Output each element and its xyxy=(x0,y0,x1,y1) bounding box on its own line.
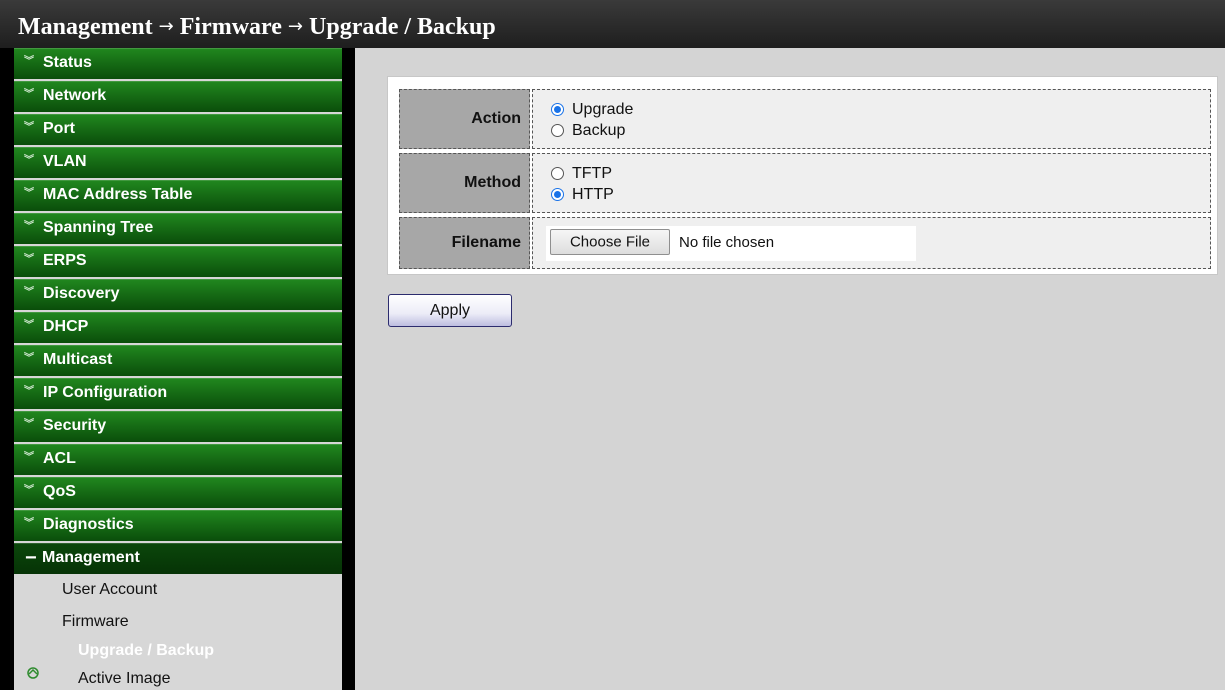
method-row: Method TFTP HTTP xyxy=(399,153,1211,213)
filename-label: Filename xyxy=(399,217,530,269)
double-chevron-down-icon: ︾ xyxy=(24,221,34,232)
breadcrumb-firmware: Firmware xyxy=(179,14,282,40)
sidebar-item-spanning-tree[interactable]: ︾ Spanning Tree xyxy=(14,213,342,244)
filename-row: Filename Choose File No file chosen xyxy=(399,217,1211,269)
sidebar-subitem-active-image[interactable]: Active Image xyxy=(78,670,170,688)
double-chevron-down-icon: ︾ xyxy=(24,419,34,430)
choose-file-button[interactable]: Choose File xyxy=(550,229,670,255)
sidebar-item-port[interactable]: ︾ Port xyxy=(14,114,342,145)
sidebar-item-label: MAC Address Table xyxy=(43,186,193,203)
radio-unselected-icon[interactable] xyxy=(551,124,564,137)
sidebar-item-network[interactable]: ︾ Network xyxy=(14,81,342,112)
sidebar-item-qos[interactable]: ︾ QoS xyxy=(14,477,342,508)
collapse-icon: − xyxy=(25,547,37,569)
sidebar-item-label: Diagnostics xyxy=(43,516,134,533)
radio-selected-icon[interactable] xyxy=(551,103,564,116)
double-chevron-down-icon: ︾ xyxy=(24,56,34,67)
double-chevron-down-icon: ︾ xyxy=(24,254,34,265)
breadcrumb-arrow-icon: → xyxy=(158,16,174,37)
sidebar-item-label: VLAN xyxy=(43,153,87,170)
sidebar-subitem-user-account[interactable]: User Account xyxy=(62,581,157,599)
file-input[interactable]: Choose File No file chosen xyxy=(546,226,916,261)
double-chevron-down-icon: ︾ xyxy=(24,89,34,100)
radio-label: TFTP xyxy=(572,165,612,182)
double-chevron-down-icon: ︾ xyxy=(24,155,34,166)
sidebar-item-diagnostics[interactable]: ︾ Diagnostics xyxy=(14,510,342,541)
action-label: Action xyxy=(399,89,530,149)
action-options: Upgrade Backup xyxy=(532,89,1211,149)
breadcrumb-arrow-icon: → xyxy=(287,16,304,37)
sidebar-item-ip-configuration[interactable]: ︾ IP Configuration xyxy=(14,378,342,409)
sidebar-item-acl[interactable]: ︾ ACL xyxy=(14,444,342,475)
sidebar-subitem-firmware[interactable]: Firmware xyxy=(62,613,129,631)
double-chevron-down-icon: ︾ xyxy=(24,188,34,199)
radio-label: Backup xyxy=(572,122,626,139)
title-bar: Management → Firmware → Upgrade / Backup xyxy=(0,0,1225,48)
sidebar-item-label: Management xyxy=(42,549,140,566)
radio-unselected-icon[interactable] xyxy=(551,167,564,180)
radio-label: HTTP xyxy=(572,186,614,203)
filename-field: Choose File No file chosen xyxy=(532,217,1211,269)
breadcrumb-management: Management xyxy=(18,14,153,40)
sidebar-item-status[interactable]: ︾ Status xyxy=(14,48,342,79)
sidebar-item-label: Spanning Tree xyxy=(43,219,154,236)
double-chevron-down-icon: ︾ xyxy=(24,386,34,397)
sidebar-item-label: Port xyxy=(43,120,75,137)
sidebar-item-label: Network xyxy=(43,87,107,104)
sidebar-item-security[interactable]: ︾ Security xyxy=(14,411,342,442)
sidebar-item-vlan[interactable]: ︾ VLAN xyxy=(14,147,342,178)
sidebar-item-label: Security xyxy=(43,417,107,434)
sidebar-subitem-upgrade-backup[interactable]: Upgrade / Backup xyxy=(78,642,214,660)
sidebar-item-label: IP Configuration xyxy=(43,384,168,401)
main-content: Action Upgrade Backup Method TFTP HTTP F… xyxy=(355,48,1225,690)
sidebar: ︾ Status ︾ Network ︾ Port ︾ VLAN ︾ MAC Addres… xyxy=(0,48,355,690)
double-chevron-down-icon: ︾ xyxy=(24,320,34,331)
sidebar-item-discovery[interactable]: ︾ Discovery xyxy=(14,279,342,310)
tree-node-icon xyxy=(27,667,39,679)
sidebar-item-label: Status xyxy=(43,54,92,71)
file-status: No file chosen xyxy=(679,234,775,251)
radio-label: Upgrade xyxy=(572,101,634,118)
sidebar-item-erps[interactable]: ︾ ERPS xyxy=(14,246,342,277)
sidebar-item-label: QoS xyxy=(43,483,76,500)
method-label: Method xyxy=(399,153,530,213)
double-chevron-down-icon: ︾ xyxy=(24,353,34,364)
double-chevron-down-icon: ︾ xyxy=(24,452,34,463)
upgrade-backup-form: Action Upgrade Backup Method TFTP HTTP F… xyxy=(387,76,1218,275)
sidebar-item-label: Discovery xyxy=(43,285,120,302)
sidebar-item-multicast[interactable]: ︾ Multicast xyxy=(14,345,342,376)
method-options: TFTP HTTP xyxy=(532,153,1211,213)
double-chevron-down-icon: ︾ xyxy=(24,485,34,496)
double-chevron-down-icon: ︾ xyxy=(24,518,34,529)
sidebar-item-mac-address-table[interactable]: ︾ MAC Address Table xyxy=(14,180,342,211)
action-row: Action Upgrade Backup xyxy=(399,89,1211,149)
sidebar-item-label: Multicast xyxy=(43,351,113,368)
breadcrumb-upgrade-backup: Upgrade / Backup xyxy=(309,14,496,40)
radio-selected-icon[interactable] xyxy=(551,188,564,201)
sidebar-item-label: DHCP xyxy=(43,318,89,335)
sidebar-item-label: ERPS xyxy=(43,252,87,269)
page-title: Management → Firmware → Upgrade / Backup xyxy=(18,14,496,41)
sidebar-item-label: ACL xyxy=(43,450,76,467)
apply-button[interactable]: Apply xyxy=(388,294,512,327)
double-chevron-down-icon: ︾ xyxy=(24,122,34,133)
double-chevron-down-icon: ︾ xyxy=(24,287,34,298)
sidebar-item-management[interactable]: − Management xyxy=(14,543,342,574)
sidebar-item-dhcp[interactable]: ︾ DHCP xyxy=(14,312,342,343)
